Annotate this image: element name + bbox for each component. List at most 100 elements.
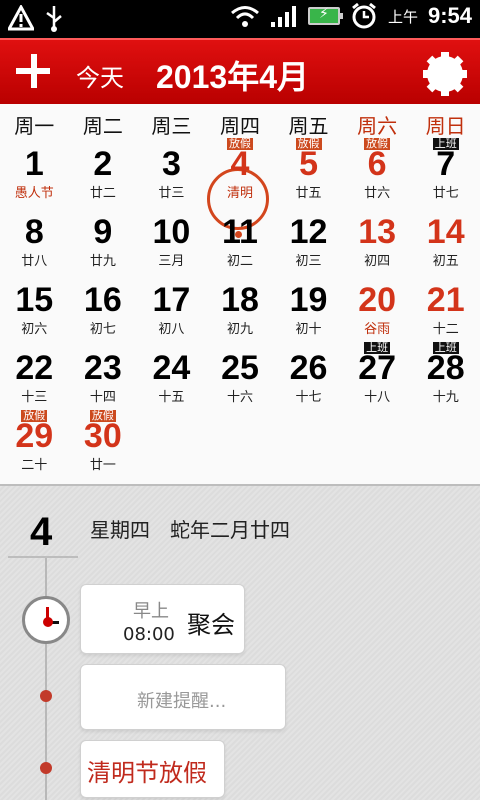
lunar-date: 十六 xyxy=(226,390,253,405)
day-number: 24 xyxy=(152,349,191,387)
day-cell[interactable]: 12 初三 xyxy=(274,206,343,274)
day-number: 13 xyxy=(358,213,397,251)
lunar-date: 二十 xyxy=(21,458,48,473)
day-cell[interactable]: 19 初十 xyxy=(274,274,343,342)
lunar-date: 廿六 xyxy=(364,186,391,201)
day-number: 12 xyxy=(289,213,328,251)
settings-gear-icon[interactable] xyxy=(423,52,467,96)
day-cell[interactable]: 放假 5 廿五 xyxy=(274,138,343,206)
day-number: 16 xyxy=(83,281,122,319)
day-number: 23 xyxy=(83,349,122,387)
day-number: 14 xyxy=(426,213,465,251)
lunar-date: 清明 xyxy=(226,186,253,201)
day-cell[interactable]: 24 十五 xyxy=(137,342,206,410)
wifi-icon xyxy=(230,6,259,27)
status-bar: ⚡ 上午 9:54 xyxy=(0,0,480,38)
day-cell[interactable]: 放假 30 廿一 xyxy=(69,410,138,478)
event-time: 08:00 xyxy=(123,624,175,645)
day-cell[interactable]: 放假 6 廿六 xyxy=(343,138,412,206)
day-number: 5 xyxy=(299,145,319,183)
today-button[interactable]: 今天 xyxy=(76,58,124,93)
holiday-label: 清明节放假 xyxy=(87,759,207,787)
lunar-date: 初二 xyxy=(226,254,253,269)
day-cell[interactable]: 1 愚人节 xyxy=(0,138,69,206)
battery-icon: ⚡ xyxy=(307,6,343,25)
signal-icon xyxy=(270,6,296,27)
day-cell[interactable]: 25 十六 xyxy=(206,342,275,410)
day-number: 18 xyxy=(221,281,259,319)
day-number: 21 xyxy=(426,281,465,319)
day-cell[interactable]: 上班 7 廿七 xyxy=(411,138,480,206)
day-number: 8 xyxy=(24,213,44,251)
event-period: 早上 xyxy=(133,601,169,622)
day-number: 6 xyxy=(367,145,387,183)
day-cell[interactable]: 2 廿二 xyxy=(69,138,138,206)
day-number: 2 xyxy=(93,145,113,183)
day-number: 22 xyxy=(15,349,54,387)
day-cell[interactable]: 上班 27 十八 xyxy=(343,342,412,410)
day-cell[interactable]: 10 三月 xyxy=(137,206,206,274)
timeline-divider xyxy=(8,556,78,558)
day-cell[interactable]: 15 初六 xyxy=(0,274,69,342)
day-cell[interactable]: 3 廿三 xyxy=(137,138,206,206)
lunar-date: 初七 xyxy=(89,322,116,337)
lunar-date: 廿一 xyxy=(89,458,116,473)
day-number: 20 xyxy=(358,281,397,319)
holiday-card[interactable]: 清明节放假 xyxy=(80,740,225,798)
day-number: 19 xyxy=(289,281,328,319)
timeline-dot xyxy=(40,690,52,702)
lunar-date: 廿七 xyxy=(432,186,459,201)
timeline-dot xyxy=(40,762,52,774)
lunar-date: 十五 xyxy=(158,390,185,405)
day-cell[interactable]: 18 初九 xyxy=(206,274,275,342)
lunar-date: 初四 xyxy=(364,254,391,269)
day-cell[interactable]: 16 初七 xyxy=(69,274,138,342)
lunar-date: 愚人节 xyxy=(14,186,54,201)
lunar-date: 三月 xyxy=(158,254,185,269)
day-cell[interactable]: 21 十二 xyxy=(411,274,480,342)
event-title: 聚会 xyxy=(187,611,235,639)
lunar-date: 初十 xyxy=(295,322,322,337)
selected-day-info: 星期四 蛇年二月廿四 xyxy=(90,518,290,542)
day-cell[interactable]: 23 十四 xyxy=(69,342,138,410)
day-cell[interactable]: 14 初五 xyxy=(411,206,480,274)
selected-day-number: 4 xyxy=(30,510,53,554)
day-cell[interactable]: 放假 29 二十 xyxy=(0,410,69,478)
weekday-label: 周四 xyxy=(219,114,260,138)
day-number: 9 xyxy=(93,213,113,251)
ampm-label: 上午 xyxy=(387,7,418,26)
day-cell[interactable]: 17 初八 xyxy=(137,274,206,342)
day-cell[interactable]: 20 谷雨 xyxy=(343,274,412,342)
clock-time: 9:54 xyxy=(427,3,472,28)
day-number: 27 xyxy=(358,349,397,387)
day-number: 10 xyxy=(152,213,191,251)
day-cell[interactable]: 9 廿九 xyxy=(69,206,138,274)
lunar-date: 十九 xyxy=(432,390,459,405)
weekday-label: 周一 xyxy=(14,114,55,138)
new-reminder-label: 新建提醒... xyxy=(137,691,227,712)
day-cell[interactable]: 放假 4 清明 xyxy=(206,138,275,206)
new-reminder-button[interactable]: 新建提醒... xyxy=(80,664,286,730)
day-cell[interactable]: 26 十七 xyxy=(274,342,343,410)
lunar-date: 廿九 xyxy=(89,254,116,269)
lunar-date: 廿五 xyxy=(295,186,322,201)
lunar-date: 廿二 xyxy=(89,186,116,201)
day-cell[interactable]: 22 十三 xyxy=(0,342,69,410)
add-event-button[interactable] xyxy=(10,48,56,94)
day-cell[interactable]: 上班 28 十九 xyxy=(411,342,480,410)
day-number: 11 xyxy=(222,213,258,251)
lunar-date: 廿三 xyxy=(158,186,185,201)
month-title[interactable]: 2013年4月 xyxy=(156,52,309,98)
lunar-date: 十八 xyxy=(364,390,391,405)
day-cell[interactable]: 11 初二 xyxy=(206,206,275,274)
lunar-date: 廿八 xyxy=(21,254,48,269)
day-cell[interactable]: 13 初四 xyxy=(343,206,412,274)
day-number: 4 xyxy=(230,145,250,183)
event-card[interactable]: 早上 08:00 聚会 xyxy=(80,584,245,654)
day-number: 28 xyxy=(426,349,465,387)
alarm-icon xyxy=(352,2,376,29)
clock-icon xyxy=(22,596,70,644)
day-number: 7 xyxy=(436,145,456,183)
lunar-date: 初五 xyxy=(432,254,459,269)
day-cell[interactable]: 8 廿八 xyxy=(0,206,69,274)
